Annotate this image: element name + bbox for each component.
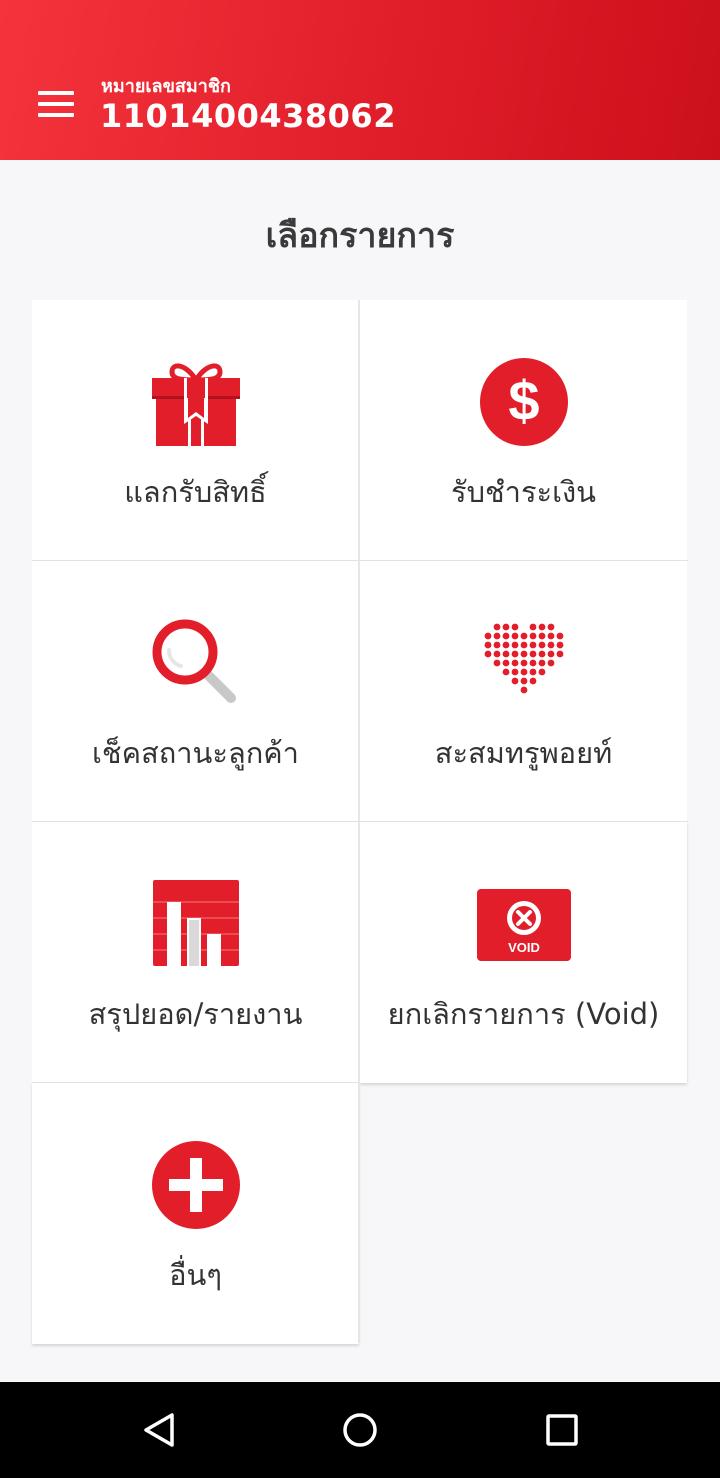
menu-tile-void[interactable]: VOID ยกเลิกรายการ (Void): [360, 822, 687, 1083]
heart-dot: [520, 668, 527, 676]
menu-tile-check-status[interactable]: เช็คสถานะลูกค้า: [32, 561, 359, 822]
menu-tile-redeem[interactable]: แลกรับสิทธิ์: [32, 300, 359, 561]
menu-tile-payment[interactable]: $ รับชำระเงิน: [360, 300, 687, 561]
heart-dot: [520, 677, 527, 685]
menu-tile-label: สรุปยอด/รายงาน: [88, 997, 303, 1031]
heart-dot: [502, 668, 509, 676]
heart-dot: [511, 677, 518, 685]
grid-divider: [358, 1082, 360, 1343]
heart-dot: [547, 650, 554, 658]
heart-dot: [547, 632, 554, 640]
home-icon[interactable]: [320, 1400, 400, 1460]
hamburger-line: [38, 113, 74, 117]
hamburger-menu-button[interactable]: [24, 74, 88, 134]
heart-dot: [529, 632, 536, 640]
gift-icon: [32, 352, 359, 452]
heart-dot: [529, 650, 536, 658]
menu-tile-other[interactable]: อื่นๆ: [32, 1083, 359, 1344]
heart-dot: [556, 632, 563, 640]
menu-tile-label: เช็คสถานะลูกค้า: [92, 736, 299, 770]
heart-dot: [547, 641, 554, 649]
svg-text:$: $: [508, 369, 539, 432]
heart-dot: [529, 623, 536, 631]
heart-dot: [493, 659, 500, 667]
heart-dot: [511, 632, 518, 640]
heart-dot: [511, 641, 518, 649]
heart-dot: [520, 632, 527, 640]
app-header: หมายเลขสมาชิก 1101400438062: [0, 0, 720, 160]
heart-dot: [502, 650, 509, 658]
grid-divider: [32, 821, 688, 822]
heart-dot: [511, 623, 518, 631]
menu-grid: แลกรับสิทธิ์ $ รับชำระเงิน เช็คสถานะลูกค…: [32, 300, 688, 1344]
heart-dot: [556, 641, 563, 649]
heart-dot: [484, 641, 491, 649]
recents-icon[interactable]: [522, 1400, 602, 1460]
heart-dot: [556, 650, 563, 658]
heart-dot: [520, 641, 527, 649]
dotted-heart-icon: [360, 613, 687, 713]
back-icon[interactable]: [120, 1400, 200, 1460]
grid-divider: [358, 300, 360, 1082]
menu-tile-label: สะสมทรูพอยท์: [434, 736, 613, 770]
heart-dot: [493, 641, 500, 649]
heart-dot: [484, 632, 491, 640]
hamburger-line: [38, 91, 74, 95]
plus-icon: [32, 1135, 359, 1235]
heart-dot: [538, 623, 545, 631]
heart-dot: [493, 623, 500, 631]
heart-dot: [538, 641, 545, 649]
heart-dot: [520, 650, 527, 658]
heart-dot: [520, 686, 527, 694]
heart-dot: [502, 641, 509, 649]
heart-dot: [511, 650, 518, 658]
heart-dot: [520, 659, 527, 667]
magnifier-icon: [32, 613, 359, 713]
menu-tile-label: ยกเลิกรายการ (Void): [387, 997, 660, 1031]
heart-dot: [547, 659, 554, 667]
heart-dot: [538, 659, 545, 667]
heart-dot: [502, 632, 509, 640]
heart-dot: [511, 659, 518, 667]
member-number-label: หมายเลขสมาชิก: [101, 76, 231, 97]
bar-chart-icon: [32, 874, 359, 974]
heart-dot: [493, 650, 500, 658]
heart-dot: [538, 632, 545, 640]
page-title: เลือกรายการ: [265, 216, 455, 256]
menu-tile-label: แลกรับสิทธิ์: [124, 475, 267, 509]
heart-dot: [502, 659, 509, 667]
system-navigation-bar: [0, 1382, 720, 1478]
heart-dot: [538, 650, 545, 658]
menu-tile-collect-points[interactable]: สะสมทรูพอยท์: [360, 561, 687, 822]
heart-dot: [484, 650, 491, 658]
heart-dot: [493, 632, 500, 640]
hamburger-line: [38, 102, 74, 106]
member-number: 1101400438062: [100, 97, 396, 135]
menu-tile-summary-report[interactable]: สรุปยอด/รายงาน: [32, 822, 359, 1083]
heart-dot: [529, 668, 536, 676]
heart-dot: [511, 668, 518, 676]
void-badge-text: VOID: [508, 940, 540, 955]
menu-tile-label: อื่นๆ: [169, 1258, 222, 1292]
grid-divider: [32, 560, 688, 561]
grid-divider: [32, 1082, 359, 1083]
heart-dot: [529, 677, 536, 685]
menu-tile-label: รับชำระเงิน: [451, 475, 596, 509]
dollar-icon: $: [360, 352, 687, 452]
heart-dot: [529, 641, 536, 649]
heart-dot: [538, 668, 545, 676]
heart-dot: [547, 623, 554, 631]
heart-dot: [502, 623, 509, 631]
heart-dot: [529, 659, 536, 667]
void-icon: VOID: [360, 874, 687, 974]
